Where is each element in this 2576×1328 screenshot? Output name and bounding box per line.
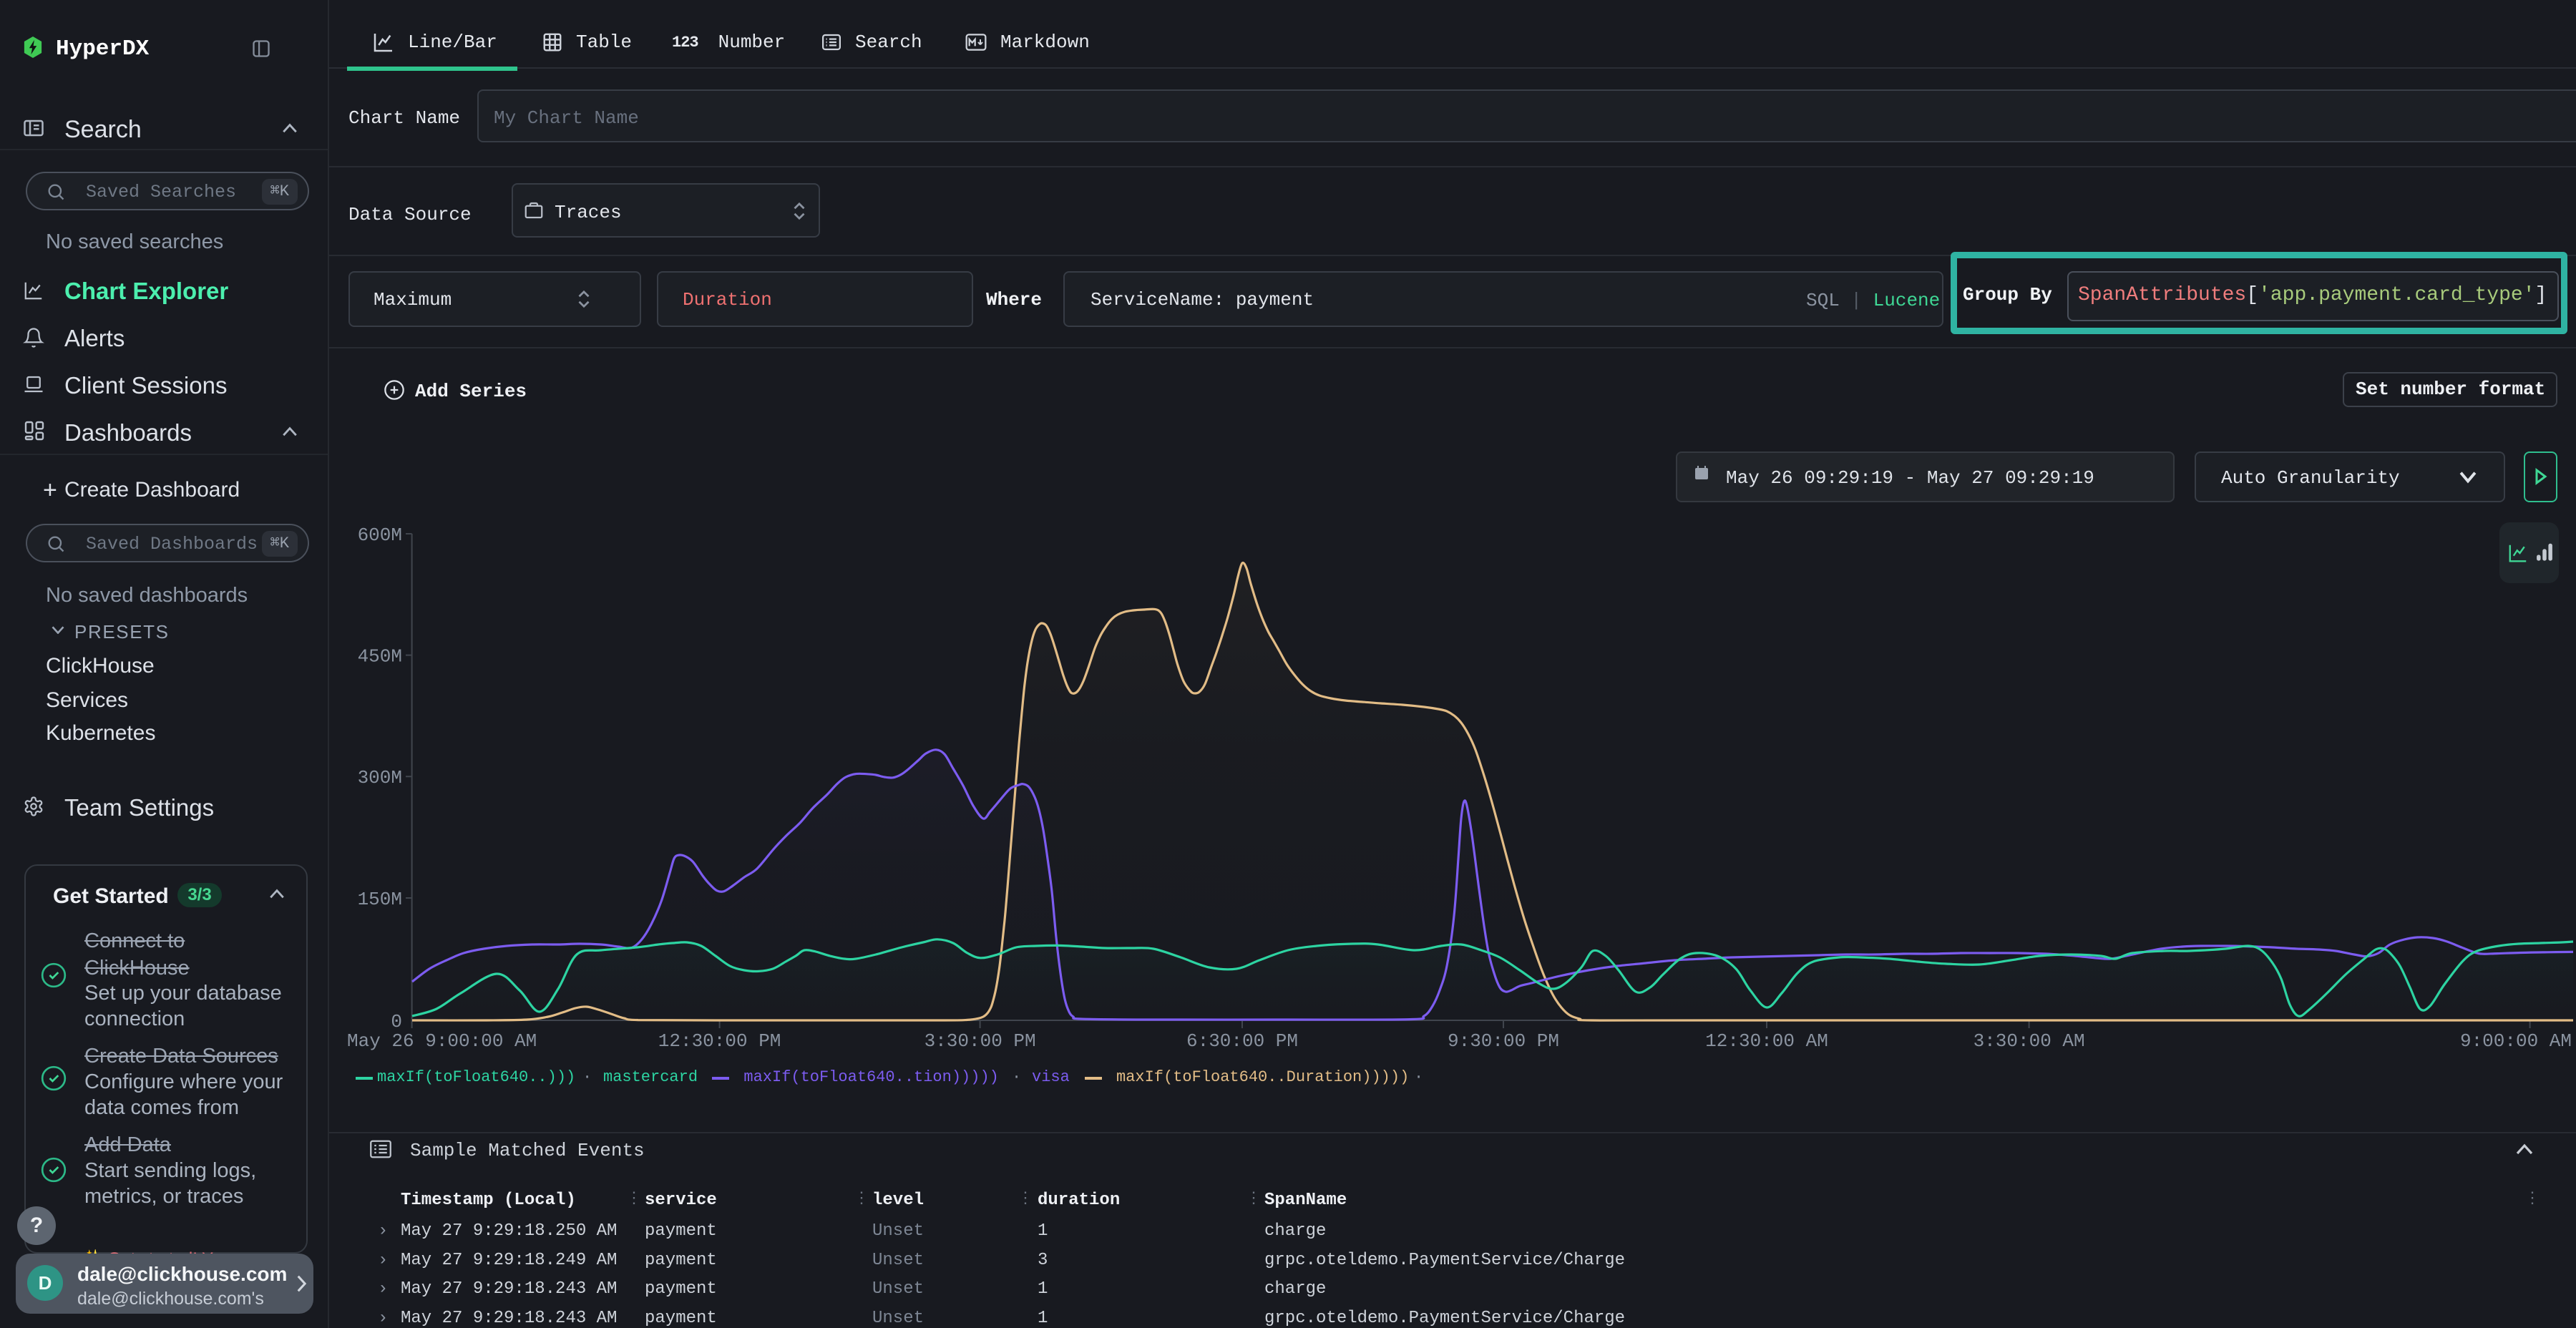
svg-text:600M: 600M [358,524,402,546]
svg-text:300M: 300M [358,767,402,788]
svg-text:9:30:00 PM: 9:30:00 PM [1448,1030,1559,1052]
svg-text:150M: 150M [358,889,402,910]
svg-text:9:00:00 AM: 9:00:00 AM [2460,1030,2572,1052]
svg-text:3:30:00 PM: 3:30:00 PM [924,1030,1036,1052]
svg-text:450M: 450M [358,646,402,668]
svg-text:6:30:00 PM: 6:30:00 PM [1186,1030,1298,1052]
svg-text:3:30:00 AM: 3:30:00 AM [1974,1030,2085,1052]
svg-text:0: 0 [391,1011,402,1032]
svg-text:12:30:00 PM: 12:30:00 PM [658,1030,781,1052]
svg-text:12:30:00 AM: 12:30:00 AM [1705,1030,1828,1052]
svg-text:May 26 9:00:00 AM: May 26 9:00:00 AM [347,1030,537,1052]
